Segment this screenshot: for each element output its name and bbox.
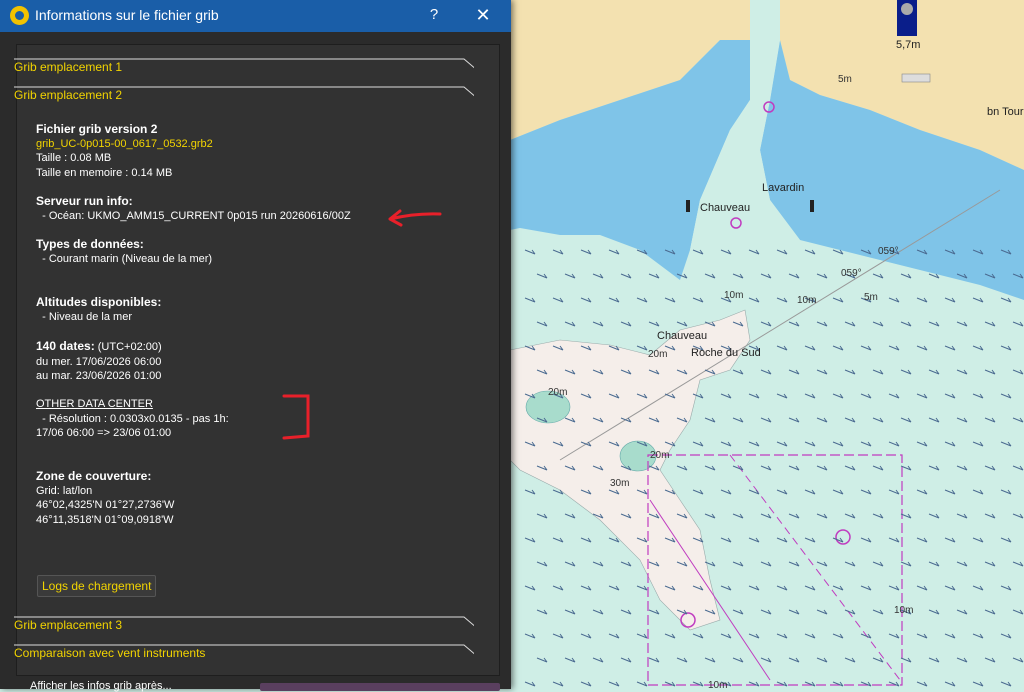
help-button[interactable]: ? (424, 5, 444, 25)
datacenter-heading: OTHER DATA CENTER (36, 398, 153, 410)
types-item: - Courant marin (Niveau de la mer) (36, 252, 213, 265)
server-heading: Serveur run info: (36, 194, 133, 208)
dates-info: 140 dates: (UTC+02:00) du mer. 17/06/202… (36, 339, 162, 384)
file-memory: Taille en memoire : 0.14 MB (36, 166, 173, 179)
bearing-label: 059° (841, 268, 862, 279)
altitudes-item: - Niveau de la mer (36, 310, 132, 323)
close-button[interactable]: ✕ (472, 5, 494, 25)
dates-timezone: (UTC+02:00) (94, 341, 162, 353)
depth-contour-label: 20m (650, 450, 670, 461)
section-grib-emplacement-2[interactable]: Grib emplacement 2 (14, 86, 474, 106)
file-info: Fichier grib version 2 grib_UC-0p015-00_… (36, 122, 213, 180)
app-logo-icon (10, 6, 29, 25)
coverage-corner-2: 46°11,3518'N 01°09,0918'W (36, 513, 174, 526)
map-label-chauveau-2: Chauveau (657, 330, 708, 342)
altitudes: Altitudes disponibles: - Niveau de la me… (36, 295, 161, 324)
data-center-info: OTHER DATA CENTER - Résolution : 0.0303x… (36, 397, 229, 441)
window-title: Informations sur le fichier grib (35, 7, 219, 23)
bottom-button[interactable] (260, 683, 500, 691)
map-label-lavardin: Lavardin (762, 182, 805, 194)
map-label-bn-tour: bn Tour (987, 106, 1024, 118)
section-comparaison-vent[interactable]: Comparaison avec vent instruments (14, 644, 474, 664)
coverage-info: Zone de couverture: Grid: lat/lon 46°02,… (36, 469, 174, 527)
depth-contour-label: 5m (838, 74, 852, 85)
title-bar[interactable]: Informations sur le fichier grib ? ✕ (0, 0, 511, 32)
show-info-checkbox-label[interactable]: Afficher les infos grib après... (30, 680, 172, 692)
depth-contour-label: 10m (894, 605, 914, 616)
datacenter-range: 17/06 06:00 => 23/06 01:00 (36, 427, 172, 439)
lighthouse-icon (810, 200, 814, 212)
buoy-label: 5,7m (896, 39, 921, 51)
red-arrow-annotation (388, 209, 442, 227)
data-types: Types de données: - Courant marin (Nivea… (36, 237, 212, 266)
coverage-corner-1: 46°02,4325'N 01°27,2736'W (36, 499, 175, 511)
depth-contour-label: 20m (648, 349, 668, 360)
altitudes-heading: Altitudes disponibles: (36, 295, 162, 309)
bearing-label: 059° (878, 246, 899, 257)
coverage-heading: Zone de couverture: (36, 469, 152, 483)
datacenter-resolution: - Résolution : 0.0303x0.0135 - pas 1h: (36, 412, 229, 425)
red-bracket-annotation (282, 394, 310, 440)
section-label: Grib emplacement 1 (14, 60, 123, 74)
section-grib-emplacement-1[interactable]: Grib emplacement 1 (14, 58, 474, 78)
depth-contour-label: 30m (610, 478, 630, 489)
file-name: grib_UC-0p015-00_0617_0532.grb2 (36, 137, 213, 150)
types-heading: Types de données: (36, 237, 144, 251)
depth-contour-label: 20m (548, 387, 568, 398)
depth-contour-label: 5m (864, 292, 878, 303)
section-label: Grib emplacement 2 (14, 88, 123, 102)
section-label: Comparaison avec vent instruments (14, 646, 206, 660)
coverage-grid: Grid: lat/lon (36, 484, 93, 497)
lighthouse-icon (686, 200, 690, 212)
file-heading: Fichier grib version 2 (36, 122, 158, 136)
depth-contour-label: 10m (797, 295, 817, 306)
depth-contour-label: 10m (724, 290, 744, 301)
grib-info-dialog: Informations sur le fichier grib ? ✕ Gri… (0, 0, 511, 692)
server-info: Serveur run info: - Océan: UKMO_AMM15_CU… (36, 194, 351, 223)
logs-button[interactable]: Logs de chargement (37, 575, 157, 597)
server-ocean: - Océan: UKMO_AMM15_CURRENT 0p015 run 20… (36, 209, 351, 222)
section-grib-emplacement-3[interactable]: Grib emplacement 3 (14, 616, 474, 636)
file-size: Taille : 0.08 MB (36, 152, 112, 164)
map-label-chauveau: Chauveau (700, 202, 751, 214)
dates-count: 140 dates: (36, 339, 95, 353)
dates-from: du mer. 17/06/2026 06:00 (36, 355, 162, 368)
section-label: Grib emplacement 3 (14, 618, 123, 632)
dates-to: au mar. 23/06/2026 01:00 (36, 370, 162, 382)
depth-contour-label: 10m (708, 680, 728, 691)
map-label-roche-du-sud: Roche du Sud (691, 347, 761, 359)
